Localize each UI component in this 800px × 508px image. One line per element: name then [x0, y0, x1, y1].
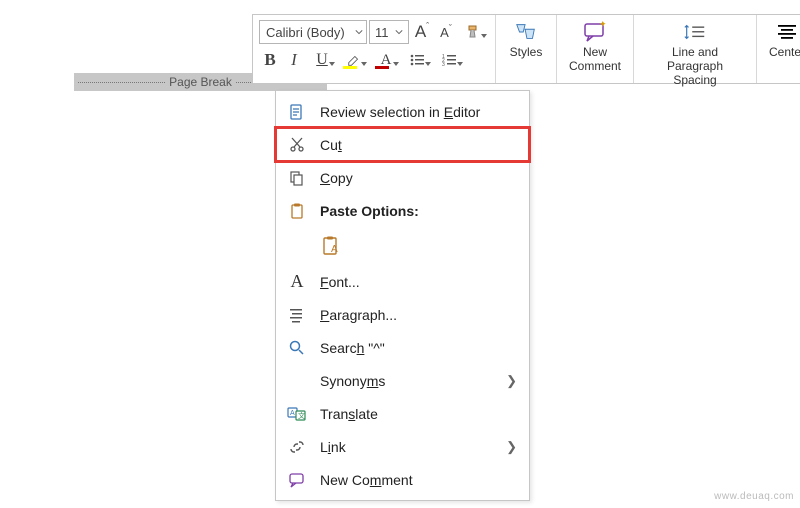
font-color-button[interactable]: A — [371, 48, 401, 72]
font-icon: A — [286, 271, 308, 293]
menu-font[interactable]: A Font... — [276, 265, 529, 298]
center-label: Center — [769, 46, 800, 60]
center-button[interactable]: Center — [763, 18, 800, 60]
shrink-font-label: A — [440, 25, 449, 40]
italic-button[interactable]: I — [283, 48, 305, 72]
menu-label: Paste Options: — [320, 203, 419, 219]
menu-label: Font... — [320, 274, 360, 290]
font-size-combo[interactable]: 11 — [369, 20, 409, 44]
menu-cut[interactable]: Cut — [276, 128, 529, 161]
line-spacing-label: Line and Paragraph Spacing — [646, 46, 744, 87]
svg-text:3: 3 — [442, 62, 445, 67]
menu-label: Copy — [320, 170, 353, 186]
editor-icon — [286, 101, 308, 123]
search-icon — [286, 337, 308, 359]
font-size-value: 11 — [375, 25, 389, 40]
menu-label: Link — [320, 439, 346, 455]
menu-paste-options-header: Paste Options: — [276, 194, 529, 227]
menu-label: Translate — [320, 406, 378, 422]
font-name-combo[interactable]: Calibri (Body) — [259, 20, 367, 44]
chevron-right-icon: ❯ — [506, 373, 517, 389]
translate-icon: A文 — [286, 403, 308, 425]
comment-icon: ✦ — [583, 20, 607, 44]
paragraph-icon — [286, 304, 308, 326]
scissors-icon — [286, 134, 308, 156]
clipboard-icon — [286, 200, 308, 222]
new-comment-group: ✦ New Comment — [557, 15, 634, 83]
comment-icon — [286, 469, 308, 491]
menu-label: Search "^" — [320, 340, 385, 356]
grow-font-label: A — [415, 22, 426, 42]
mini-toolbar: Calibri (Body) 11 Aˆ Aˇ B I U — [252, 14, 800, 84]
svg-text:文: 文 — [298, 411, 305, 420]
copy-icon — [286, 167, 308, 189]
bullets-icon — [410, 53, 426, 67]
menu-label: New Comment — [320, 472, 413, 488]
grow-font-button[interactable]: Aˆ — [411, 20, 433, 44]
new-comment-label: New Comment — [569, 46, 621, 74]
underline-button[interactable]: U — [307, 48, 337, 72]
page-break-label: Page Break — [169, 75, 232, 89]
styles-button[interactable]: Styles — [502, 18, 550, 60]
menu-label: Cut — [320, 137, 342, 153]
center-group: Center — [757, 15, 800, 83]
bullets-button[interactable] — [403, 48, 433, 72]
bold-label: B — [264, 50, 275, 70]
new-comment-button[interactable]: ✦ New Comment — [563, 18, 627, 74]
numbering-icon: 123 — [442, 53, 458, 67]
watermark: www.deuaq.com — [714, 491, 794, 502]
menu-review-in-editor[interactable]: Review selection in Editor — [276, 95, 529, 128]
font-group: Calibri (Body) 11 Aˆ Aˇ B I U — [253, 15, 496, 83]
highlight-button[interactable] — [339, 48, 369, 72]
svg-text:A: A — [290, 410, 295, 417]
styles-label: Styles — [510, 46, 543, 60]
menu-link[interactable]: Link ❯ — [276, 430, 529, 463]
menu-label: Paragraph... — [320, 307, 397, 323]
menu-copy[interactable]: Copy — [276, 161, 529, 194]
menu-label: Synonyms — [320, 373, 385, 389]
menu-paste-text-only[interactable]: A — [276, 227, 529, 265]
paste-text-icon: A — [321, 235, 343, 257]
menu-synonyms[interactable]: Synonyms ❯ — [276, 364, 529, 397]
highlight-icon — [347, 53, 361, 67]
font-name-value: Calibri (Body) — [266, 25, 345, 40]
format-painter-icon — [466, 24, 482, 40]
numbering-button[interactable]: 123 — [435, 48, 465, 72]
menu-label: Review selection in Editor — [320, 104, 480, 120]
styles-group: Styles — [496, 15, 557, 83]
line-spacing-button[interactable]: Line and Paragraph Spacing — [640, 18, 750, 87]
underline-label: U — [316, 51, 328, 69]
bold-button[interactable]: B — [259, 48, 281, 72]
italic-label: I — [291, 50, 297, 70]
menu-new-comment[interactable]: New Comment — [276, 463, 529, 496]
menu-translate[interactable]: A文 Translate — [276, 397, 529, 430]
shrink-font-button[interactable]: Aˇ — [435, 20, 457, 44]
format-painter-button[interactable] — [459, 20, 489, 44]
chevron-down-icon — [395, 28, 403, 36]
menu-search[interactable]: Search "^" — [276, 331, 529, 364]
context-menu: Review selection in Editor Cut Copy Past… — [275, 90, 530, 501]
line-spacing-icon — [683, 20, 707, 44]
spacing-group: Line and Paragraph Spacing — [634, 15, 757, 83]
link-icon — [286, 436, 308, 458]
blank-icon — [286, 370, 308, 392]
align-center-icon — [775, 20, 799, 44]
styles-icon — [514, 20, 538, 44]
chevron-down-icon — [355, 28, 363, 36]
chevron-right-icon: ❯ — [506, 439, 517, 455]
menu-paragraph[interactable]: Paragraph... — [276, 298, 529, 331]
svg-text:✦: ✦ — [599, 21, 607, 29]
svg-text:A: A — [331, 244, 338, 255]
